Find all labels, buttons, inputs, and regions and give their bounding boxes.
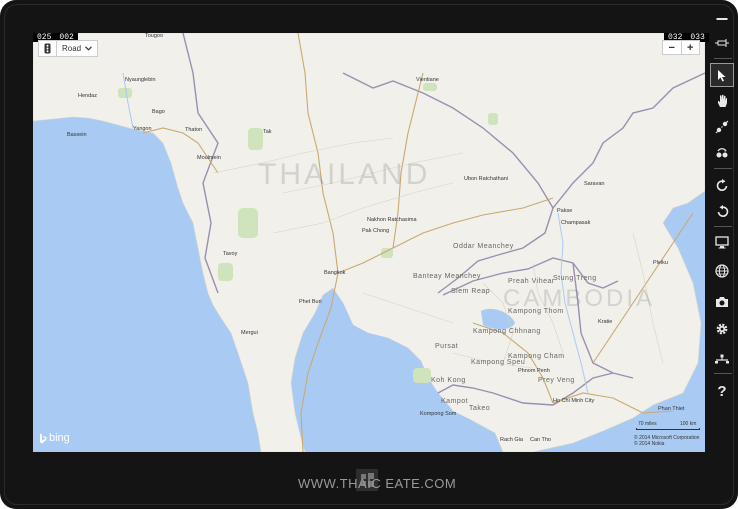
place-label: Pakse xyxy=(557,208,573,214)
place-label: Nyaunglebin xyxy=(125,77,156,83)
place-label: Rach Gia xyxy=(500,437,523,443)
gear-icon xyxy=(716,323,728,335)
province-label: Banteay Meanchey xyxy=(413,273,481,280)
place-label: Bassein xyxy=(67,132,87,138)
map-type-label[interactable]: Road xyxy=(57,44,85,53)
province-label: Kampong Speu xyxy=(471,359,526,366)
scale-miles: 70 miles xyxy=(638,421,657,427)
resolution-button[interactable] xyxy=(710,230,734,254)
province-label: Kampong Thom xyxy=(508,308,564,315)
place-label: Bago xyxy=(152,109,165,115)
bing-icon xyxy=(40,433,47,443)
location-button[interactable] xyxy=(710,259,734,283)
place-label: Tak xyxy=(263,129,272,135)
rotate-ccw-icon xyxy=(717,204,728,217)
scale-km: 100 km xyxy=(680,421,697,427)
globe-icon xyxy=(715,264,729,278)
place-label: Tavoy xyxy=(223,251,238,257)
map-type-selector[interactable]: Road xyxy=(38,40,99,57)
map-scale: 70 miles 100 km xyxy=(636,421,700,431)
place-label: Champasak xyxy=(561,220,591,226)
pinch-icon xyxy=(715,120,729,134)
province-label: Kampot xyxy=(441,398,469,405)
zoom-controls: − + xyxy=(662,40,700,55)
toolbar-divider xyxy=(714,226,732,227)
thailand-country-label: THAILAND xyxy=(258,158,431,191)
province-label: Pursat xyxy=(435,343,459,350)
pointer-button[interactable] xyxy=(710,63,734,87)
place-label: Yangon xyxy=(133,126,152,132)
rotate-clockwise-button[interactable] xyxy=(710,173,734,197)
place-label: Pak Chong xyxy=(362,228,390,234)
place-label: Pleiku xyxy=(653,260,668,266)
toolbar-divider xyxy=(714,373,732,374)
swipe-icon xyxy=(716,148,728,158)
traffic-light-icon[interactable] xyxy=(39,41,57,56)
toolbar-divider xyxy=(714,168,732,169)
place-label: Can Tho xyxy=(530,437,551,443)
place-label: Ho Chi Minh City xyxy=(553,398,595,404)
touch-button[interactable] xyxy=(710,89,734,113)
toolbar-divider xyxy=(714,58,732,59)
place-label: Phet Buri xyxy=(299,299,322,305)
minimize-button[interactable] xyxy=(710,7,734,31)
map-viewport[interactable]: THAILAND CAMBODIA Tougoo Hendaz Nyaungle… xyxy=(33,33,705,452)
pin-button[interactable] xyxy=(710,31,734,55)
pinch-zoom-button[interactable] xyxy=(710,115,734,139)
place-label: Vientiane xyxy=(416,77,439,83)
place-label: Phan Thiet xyxy=(658,406,685,412)
copyright-line: © 2014 Nokia xyxy=(634,441,665,447)
hand-icon xyxy=(718,94,727,107)
camera-icon xyxy=(716,297,728,307)
display-icon xyxy=(715,235,729,248)
place-label: Tougoo xyxy=(145,33,164,39)
place-label: Hendaz xyxy=(78,93,97,99)
zoom-in-button[interactable]: + xyxy=(682,41,700,54)
pointer-icon xyxy=(718,69,726,81)
province-label: Siem Reap xyxy=(451,288,491,295)
place-label: Kompong Som xyxy=(420,411,457,417)
map-canvas[interactable] xyxy=(33,33,705,452)
rotate-counterclockwise-button[interactable] xyxy=(710,199,734,223)
bing-logo[interactable]: bing xyxy=(39,432,70,444)
settings-button[interactable] xyxy=(710,317,734,341)
province-label: Kampong Cham xyxy=(508,353,565,360)
bing-wordmark: bing xyxy=(49,432,70,444)
place-label: Kratie xyxy=(598,319,613,325)
province-label: Prey Veng xyxy=(538,377,575,384)
network-icon xyxy=(715,354,729,364)
place-label: Moulmein xyxy=(197,155,221,161)
province-label: Kampong Chhnang xyxy=(473,328,541,335)
map-copyright: © 2014 Microsoft Corporation © 2014 Noki… xyxy=(634,435,699,447)
help-button[interactable]: ? xyxy=(710,379,734,403)
place-label: Nakhon Ratchasima xyxy=(367,217,417,223)
place-label: Thaton xyxy=(185,127,203,133)
place-label: Ubon Ratchathani xyxy=(464,176,509,182)
zoom-out-button[interactable]: − xyxy=(663,41,682,54)
province-label: Koh Kong xyxy=(431,377,466,384)
province-label: Preah Vihear xyxy=(508,278,555,285)
place-label: Saravan xyxy=(584,181,605,187)
scale-bar xyxy=(636,428,700,430)
province-label: Takeo xyxy=(469,405,491,412)
province-label: Stung Treng xyxy=(553,275,597,282)
screenshot-button[interactable] xyxy=(710,290,734,314)
place-label: Phnom Penh xyxy=(518,368,550,374)
chevron-down-icon[interactable] xyxy=(85,44,97,53)
watermark-text: WWW.THAIC EATE.COM xyxy=(298,476,457,491)
place-label: Mergui xyxy=(241,330,258,336)
rotate-cw-icon xyxy=(716,178,727,191)
side-toolbar: ? xyxy=(706,0,738,509)
province-label: Oddar Meanchey xyxy=(453,243,514,250)
place-label: Bangkok xyxy=(324,270,346,276)
rotate-gesture-button[interactable] xyxy=(710,141,734,165)
network-button[interactable] xyxy=(710,347,734,371)
